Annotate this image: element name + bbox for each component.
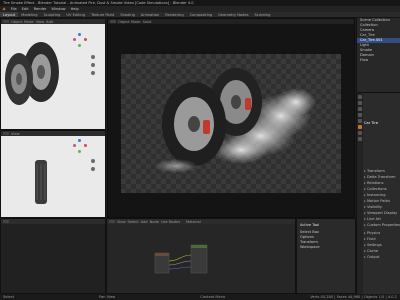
editor-type-button[interactable]: [110, 20, 116, 23]
tab-sculpting[interactable]: Sculpting: [41, 12, 64, 17]
node-select-menu[interactable]: Select: [128, 220, 139, 224]
panel-fluid[interactable]: Fluid: [364, 237, 400, 242]
shader-node-editor[interactable]: View Select Add Node Use Nodes Material: [106, 218, 296, 294]
view-menu[interactable]: View: [11, 132, 20, 136]
panel-line-art[interactable]: Line Art: [364, 217, 400, 222]
tab-layout[interactable]: Layout: [0, 12, 19, 17]
editor-type-button[interactable]: [3, 20, 9, 23]
status-select: Select: [3, 295, 15, 299]
navigation-gizmo[interactable]: [73, 139, 87, 153]
pan-icon[interactable]: [91, 63, 95, 67]
shading-dropdown[interactable]: Solid: [143, 20, 152, 24]
node-editor-header: View Select Add Node Use Nodes Material: [107, 219, 295, 224]
tab-animation[interactable]: Animation: [138, 12, 162, 17]
pan-icon[interactable]: [91, 167, 95, 171]
tool-tab-icon[interactable]: [358, 95, 362, 99]
scene-tab-icon[interactable]: [358, 113, 362, 117]
properties-editor[interactable]: Car Tire Transform Delta Transform Relat…: [356, 92, 400, 300]
world-tab-icon[interactable]: [358, 119, 362, 123]
modifier-tab-icon[interactable]: [358, 131, 362, 135]
panel-instancing[interactable]: Instancing: [364, 193, 400, 198]
editor-type-button[interactable]: [3, 132, 9, 135]
output-tab-icon[interactable]: [358, 107, 362, 111]
use-nodes-toggle[interactable]: Use Nodes: [161, 220, 180, 224]
physics-tab-icon[interactable]: [358, 137, 362, 141]
tab-modeling[interactable]: Modeling: [18, 12, 40, 17]
scene-statistics: Verts 45,280 | Faces 44,960 | Objects 1/…: [310, 295, 397, 299]
tire-side-model[interactable]: [1, 136, 106, 218]
add-menu[interactable]: Add: [46, 20, 53, 24]
panel-custom-properties[interactable]: Custom Properties: [364, 223, 400, 228]
panel-title: Active Tool: [300, 223, 320, 227]
render-frame: [121, 54, 341, 193]
panel-settings[interactable]: Settings: [364, 243, 400, 248]
navigation-gizmo[interactable]: [73, 33, 87, 47]
panel-cache[interactable]: Cache: [364, 249, 400, 254]
camera-view-icon[interactable]: [91, 71, 95, 75]
status-pan-view: Pan View: [99, 295, 116, 299]
panel-motion-paths[interactable]: Motion Paths: [364, 199, 400, 204]
mode-dropdown[interactable]: Object Mode: [11, 20, 34, 24]
active-tool-panel[interactable]: Active Tool Select Box Options Transform…: [296, 218, 356, 294]
status-context-menu: Context Menu: [200, 295, 226, 299]
properties-tabs: [357, 93, 363, 300]
panel-collections[interactable]: Collections: [364, 187, 400, 192]
panel-delta-transform[interactable]: Delta Transform: [364, 175, 400, 180]
mode-dropdown[interactable]: Object Mode: [118, 20, 141, 24]
tire-smoke-render: [154, 68, 316, 173]
outliner[interactable]: Scene Collection Collection Camera Car_T…: [356, 18, 400, 92]
panel-visibility[interactable]: Visibility: [364, 205, 400, 210]
outliner-item[interactable]: Flow: [357, 58, 400, 63]
editor-type-button[interactable]: [109, 220, 115, 223]
material-selector[interactable]: Material: [186, 220, 201, 224]
tab-rendering[interactable]: Rendering: [162, 12, 186, 17]
panel-viewport-display[interactable]: Viewport Display: [364, 211, 400, 216]
tab-compositing[interactable]: Compositing: [187, 12, 216, 17]
tab-texture-paint[interactable]: Texture Paint: [88, 12, 117, 17]
panel-relations[interactable]: Relations: [364, 181, 400, 186]
zoom-icon[interactable]: [91, 159, 95, 163]
viewport-bottom-left[interactable]: View: [0, 130, 106, 218]
workspace-panel[interactable]: Workspace: [297, 245, 355, 250]
view-menu[interactable]: View: [36, 20, 45, 24]
object-name-field[interactable]: Car Tire: [364, 121, 400, 126]
viewport-top-left[interactable]: Object Mode View Add: [0, 18, 106, 130]
timeline-editor[interactable]: [0, 218, 106, 294]
node-graph[interactable]: [107, 225, 297, 295]
editor-type-button[interactable]: [3, 220, 9, 223]
tab-uv-editing[interactable]: UV Editing: [63, 12, 88, 17]
tab-scripting[interactable]: Scripting: [251, 12, 273, 17]
node-node-menu[interactable]: Node: [150, 220, 159, 224]
editor-header: [1, 219, 105, 224]
tab-shading[interactable]: Shading: [117, 12, 138, 17]
status-bar: Select Pan View Context Menu Verts 45,28…: [0, 294, 400, 300]
viewport-header: Object Mode Solid: [108, 19, 354, 24]
zoom-icon[interactable]: [91, 55, 95, 59]
panel-transform[interactable]: Transform: [364, 169, 400, 174]
node-add-menu[interactable]: Add: [141, 220, 148, 224]
panel-output[interactable]: Output: [364, 255, 400, 260]
node-view-menu[interactable]: View: [117, 220, 126, 224]
tires-3d-model[interactable]: [1, 24, 106, 130]
panel-physics[interactable]: Physics: [364, 231, 400, 236]
object-tab-icon[interactable]: [358, 125, 362, 129]
tab-geometry-nodes[interactable]: Geometry Nodes: [215, 12, 251, 17]
render-tab-icon[interactable]: [358, 101, 362, 105]
